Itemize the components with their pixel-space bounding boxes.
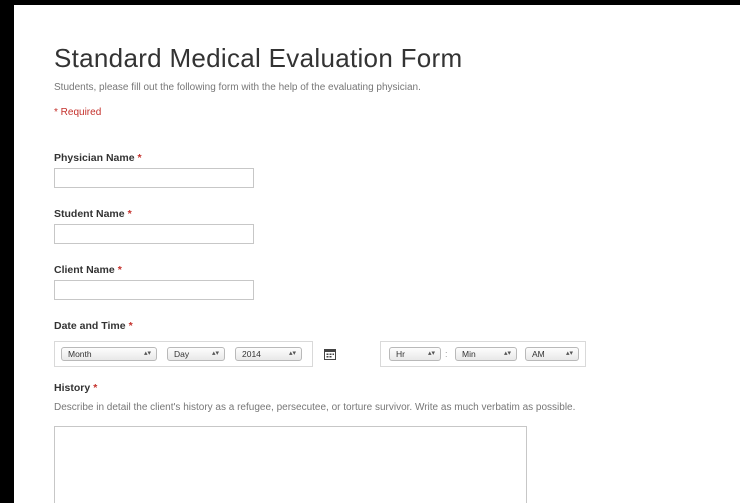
day-select-value: Day [174, 349, 190, 359]
client-name-label-text: Client Name [54, 264, 115, 276]
physician-name-label: Physician Name * [54, 152, 142, 164]
form-description: Students, please fill out the following … [54, 82, 421, 93]
day-select[interactable]: Day ▴▾ [167, 347, 225, 361]
required-note: * Required [54, 107, 102, 118]
minute-select[interactable]: Min ▴▾ [455, 347, 517, 361]
updown-arrow-icon: ▴▾ [427, 350, 435, 357]
form-title: Standard Medical Evaluation Form [54, 43, 463, 73]
year-select[interactable]: 2014 ▴▾ [235, 347, 302, 361]
hour-select-value: Hr [396, 349, 405, 359]
form-sheet: Standard Medical Evaluation Form Student… [14, 5, 740, 503]
date-time-label-text: Date and Time [54, 320, 126, 332]
required-star: * [127, 208, 132, 220]
time-separator: : [445, 349, 448, 359]
student-name-input[interactable] [54, 224, 254, 244]
history-help-text: Describe in detail the client's history … [54, 402, 576, 413]
physician-name-label-text: Physician Name [54, 152, 135, 164]
minute-select-value: Min [462, 349, 476, 359]
required-star: * [117, 264, 122, 276]
ampm-select[interactable]: AM ▴▾ [525, 347, 579, 361]
month-select[interactable]: Month ▴▾ [61, 347, 157, 361]
month-select-value: Month [68, 349, 92, 359]
updown-arrow-icon: ▴▾ [288, 350, 296, 357]
client-name-input[interactable] [54, 280, 254, 300]
time-picker: Hr ▴▾ : Min ▴▾ AM ▴▾ [380, 341, 586, 367]
student-name-label-text: Student Name [54, 208, 125, 220]
updown-arrow-icon: ▴▾ [503, 350, 511, 357]
student-name-label: Student Name * [54, 208, 132, 220]
updown-arrow-icon: ▴▾ [211, 350, 219, 357]
required-star: * [128, 320, 133, 332]
date-time-label: Date and Time * [54, 320, 133, 332]
updown-arrow-icon: ▴▾ [565, 350, 573, 357]
history-textarea[interactable] [54, 426, 527, 503]
date-picker: Month ▴▾ Day ▴▾ 2014 ▴▾ [54, 341, 313, 367]
history-label: History * [54, 382, 97, 394]
calendar-icon[interactable] [318, 345, 342, 363]
updown-arrow-icon: ▴▾ [143, 350, 151, 357]
ampm-select-value: AM [532, 349, 545, 359]
physician-name-input[interactable] [54, 168, 254, 188]
required-star: * [93, 382, 98, 394]
required-star: * [137, 152, 142, 164]
year-select-value: 2014 [242, 349, 261, 359]
client-name-label: Client Name * [54, 264, 122, 276]
history-label-text: History [54, 382, 91, 394]
hour-select[interactable]: Hr ▴▾ [389, 347, 441, 361]
